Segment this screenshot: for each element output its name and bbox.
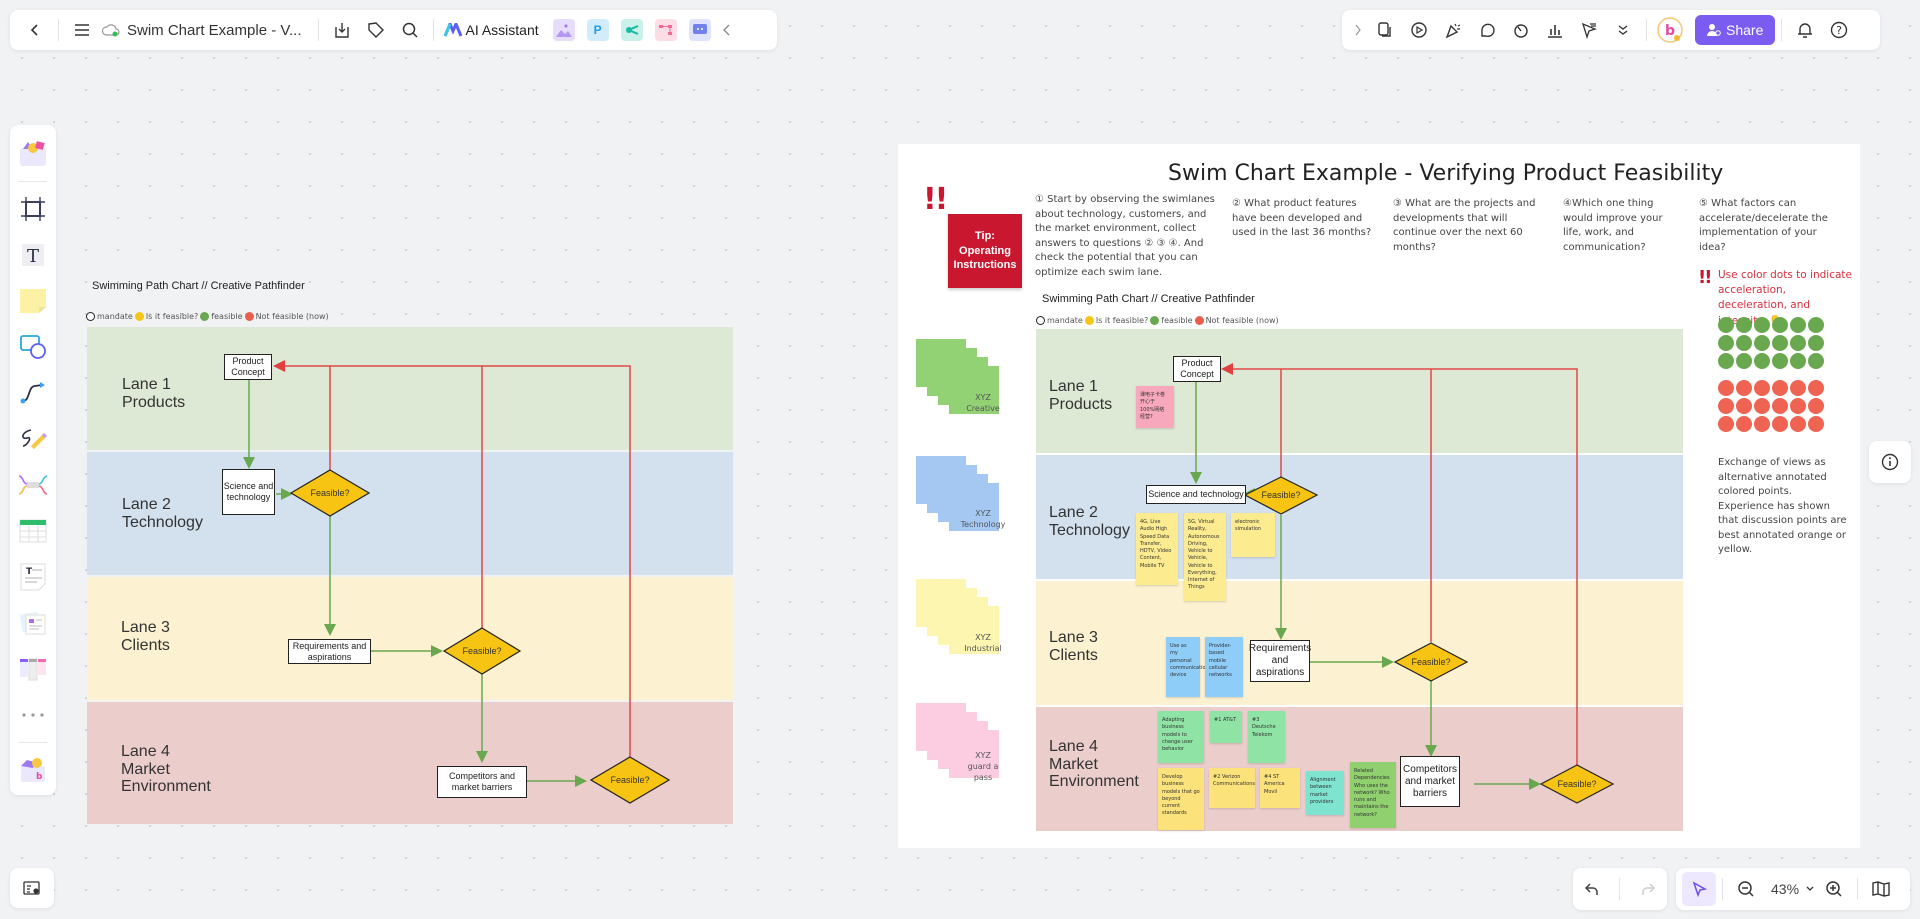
node-requirements[interactable]: Requirements and aspirations (1249, 640, 1311, 682)
node-competitors[interactable]: Competitors and market barriers (437, 766, 527, 798)
info-button[interactable] (1869, 441, 1911, 483)
cards-icon (1378, 22, 1391, 37)
zoom-out-icon (1738, 881, 1754, 897)
expand-toolbar-button[interactable] (1348, 13, 1368, 47)
pointer-list-icon (1581, 22, 1597, 39)
diamond-label: Feasible? (462, 646, 502, 656)
sticky-note[interactable]: Related Dependencies Who uses the networ… (1350, 762, 1396, 828)
divider (1781, 19, 1783, 41)
comment-icon (1481, 23, 1495, 38)
chevron-right-icon (1355, 24, 1361, 36)
zoom-out-button[interactable] (1729, 872, 1763, 906)
sticky-note[interactable]: #2 Verizon Communications (1209, 768, 1255, 808)
diamond-label: Feasible? (310, 488, 350, 498)
node-science-technology[interactable]: Science and technology (1146, 485, 1246, 504)
green-flow-lines (243, 380, 587, 787)
question-icon: ? (1831, 21, 1848, 39)
comment-tool[interactable] (1470, 13, 1504, 47)
node-product-concept[interactable]: Product Concept (224, 354, 272, 380)
timer-icon (1514, 24, 1528, 38)
add-user-icon (1707, 24, 1721, 36)
double-chevron-down-icon (1618, 25, 1628, 35)
bell-icon (1798, 23, 1813, 38)
redo-button[interactable] (1631, 872, 1665, 906)
node-science-technology[interactable]: Science and technology (222, 469, 275, 515)
diamond-label: Feasible? (1411, 657, 1451, 667)
share-label: Share (1726, 22, 1764, 38)
cursor-icon (1692, 881, 1707, 897)
sticky-note[interactable]: #1 AT&T (1210, 711, 1242, 743)
sticky-note[interactable]: 课电子卡卷 开心于 100%网络 经营? (1136, 386, 1174, 428)
divider (1619, 878, 1621, 900)
outline-button[interactable] (10, 868, 54, 908)
cards-tool[interactable] (1368, 13, 1402, 47)
minimap-button[interactable] (1864, 872, 1898, 906)
top-right-toolbar: b Share ? (1342, 10, 1880, 50)
outline-list-icon (23, 881, 40, 895)
zoom-in-button[interactable] (1817, 872, 1851, 906)
zoom-controls: 43% (1676, 868, 1910, 910)
divider (1722, 878, 1723, 900)
left-flow-connectors (243, 360, 671, 804)
history-controls (1573, 868, 1667, 910)
divider (1646, 19, 1647, 41)
celebrate-tool[interactable] (1436, 13, 1470, 47)
sticky-note[interactable]: electronic simulation (1231, 513, 1275, 557)
sticky-note[interactable]: #4 ST America Movil (1260, 768, 1300, 808)
play-icon (1411, 22, 1427, 38)
zoom-level[interactable]: 43% (1771, 881, 1799, 897)
select-tool-button[interactable] (1682, 872, 1716, 906)
sticky-note[interactable]: Provider-based mobile cellular networks (1205, 637, 1243, 697)
board-flow-connectors (1190, 363, 1615, 804)
sticky-note[interactable]: Use as my personal communication device (1166, 637, 1209, 697)
chart-tool[interactable] (1538, 13, 1572, 47)
diamond-label: Feasible? (1261, 490, 1301, 500)
sticky-note[interactable]: Adapting business models to change user … (1158, 711, 1204, 763)
redo-icon (1642, 883, 1655, 895)
notifications-button[interactable] (1788, 13, 1822, 47)
zoom-in-icon (1826, 881, 1842, 897)
timer-tool[interactable] (1504, 13, 1538, 47)
sticky-note[interactable]: Develop business models that go beyond c… (1158, 768, 1204, 830)
divider (1857, 878, 1859, 900)
sticky-note[interactable]: #3 Deutsche Telekom (1248, 711, 1285, 763)
more-tools-button[interactable] (1606, 13, 1640, 47)
undo-icon (1585, 883, 1598, 895)
bar-chart-icon (1548, 25, 1562, 38)
sticky-note[interactable]: Alignment between market providers (1306, 771, 1344, 815)
svg-text:?: ? (1836, 24, 1842, 37)
diamond-label: Feasible? (1557, 779, 1597, 789)
diamond-label: Feasible? (610, 775, 650, 785)
swim-chart-board[interactable]: Swim Chart Example - Verifying Product F… (898, 144, 1860, 848)
undo-button[interactable] (1575, 872, 1609, 906)
party-popper-icon (1445, 23, 1461, 39)
book-map-icon (1872, 881, 1890, 897)
node-product-concept[interactable]: Product Concept (1173, 356, 1221, 382)
red-feedback-lines (273, 360, 631, 765)
chevron-down-icon (1806, 886, 1814, 891)
laser-pointer-tool[interactable] (1572, 13, 1606, 47)
present-tool[interactable] (1402, 13, 1436, 47)
user-avatar[interactable]: b (1653, 13, 1687, 47)
svg-text:b: b (1665, 23, 1675, 39)
sticky-note[interactable]: 4G, Live Audio High Speed Data Transfer,… (1136, 513, 1178, 585)
help-button[interactable]: ? (1822, 13, 1856, 47)
node-requirements[interactable]: Requirements and aspirations (288, 639, 371, 664)
sticky-note[interactable]: 5G, Virtual Reality, Autonomous Driving,… (1184, 513, 1226, 601)
info-icon (1881, 453, 1899, 471)
avatar-icon: b (1657, 17, 1683, 43)
share-button[interactable]: Share (1695, 15, 1776, 45)
node-competitors[interactable]: Competitors and market barriers (1400, 756, 1460, 807)
zoom-dropdown[interactable] (1803, 872, 1817, 906)
